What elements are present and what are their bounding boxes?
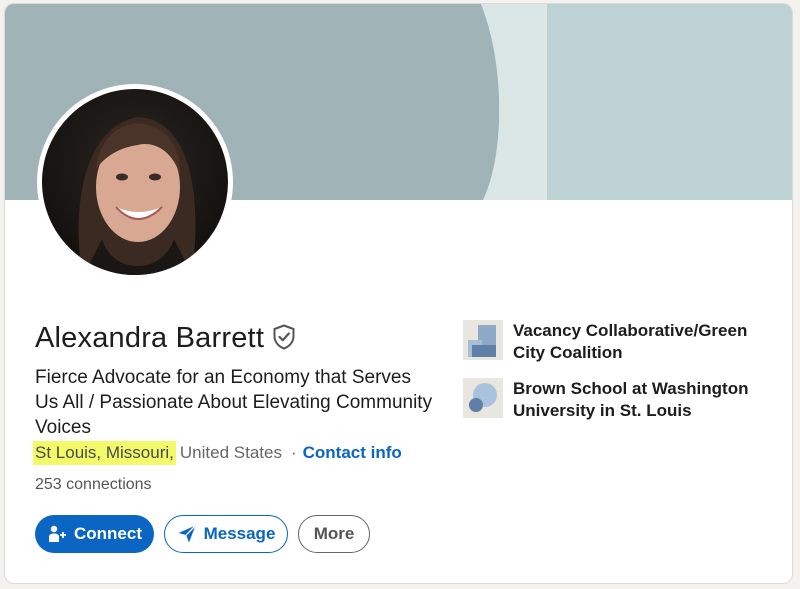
profile-name: Alexandra Barrett <box>35 322 265 354</box>
more-label: More <box>313 524 355 543</box>
organizations-list: Vacancy Collaborative/Green City Coaliti… <box>463 320 753 436</box>
contact-info-link[interactable]: Contact info <box>303 443 402 463</box>
organization-item[interactable]: Vacancy Collaborative/Green City Coaliti… <box>463 320 753 364</box>
location-row: St Louis, Missouri, United States · Cont… <box>33 441 402 465</box>
connect-label: Connect <box>74 524 142 543</box>
connections-number: 253 <box>35 476 62 493</box>
separator-dot: · <box>290 443 297 462</box>
connect-button[interactable]: Connect <box>35 515 154 553</box>
connections-count[interactable]: 253 connections <box>35 476 152 494</box>
organization-name: Brown School at Washington University in… <box>513 379 749 420</box>
action-buttons: Connect Message More <box>35 515 370 553</box>
building-logo-icon <box>463 320 503 360</box>
verified-shield-icon[interactable] <box>272 324 296 355</box>
organization-item[interactable]: Brown School at Washington University in… <box>463 378 753 422</box>
profile-headline: Fierce Advocate for an Economy that Serv… <box>35 367 433 438</box>
school-logo-icon <box>463 378 503 418</box>
location-city: St Louis, Missouri, <box>33 441 176 465</box>
connections-label: connections <box>66 476 152 493</box>
more-button[interactable]: More <box>298 515 370 553</box>
message-label: Message <box>203 524 276 543</box>
profile-card: Alexandra Barrett Fierce Advocate for an… <box>5 4 792 583</box>
organization-name: Vacancy Collaborative/Green City Coaliti… <box>513 321 748 362</box>
name-row: Alexandra Barrett <box>35 322 296 355</box>
location-country: United States <box>179 443 282 462</box>
profile-avatar[interactable] <box>37 84 233 280</box>
add-person-icon <box>47 524 67 544</box>
send-arrow-icon <box>177 524 197 544</box>
profile-photo <box>42 89 228 275</box>
message-button[interactable]: Message <box>164 515 288 553</box>
